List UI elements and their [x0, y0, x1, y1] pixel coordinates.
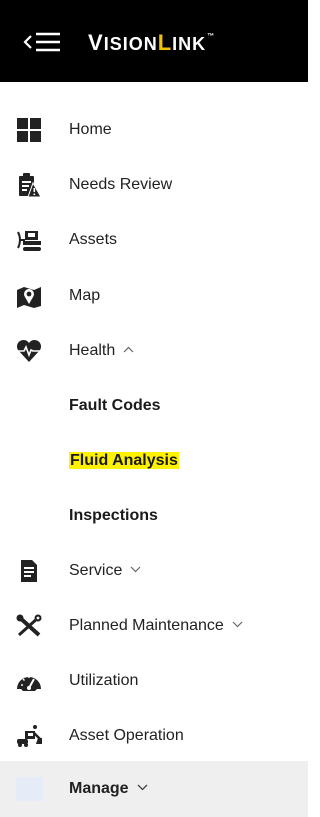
sidebar-subitem-fault-codes[interactable]: Fault Codes: [0, 380, 308, 432]
sidebar-item-label: Fault Codes: [69, 397, 161, 414]
sidebar-item-label: Fluid Analysis: [69, 435, 179, 487]
sidebar-item-label: Planned Maintenance: [69, 600, 243, 652]
sidebar-item-label: Assets: [69, 231, 118, 248]
home-icon: [17, 118, 41, 142]
sidebar-item-label: Asset Operation: [69, 727, 184, 744]
sidebar-item-assets[interactable]: Assets: [0, 214, 308, 266]
collapse-menu-icon: [23, 32, 60, 52]
asset-operation-icon: [17, 725, 42, 747]
manage-icon: [16, 777, 43, 801]
highlight-mark: Fluid Analysis: [69, 452, 179, 469]
top-bar: VISIONLINK™: [0, 0, 308, 82]
sidebar-item-label: Needs Review: [69, 176, 173, 193]
health-icon: [16, 339, 42, 362]
chevron-down-icon[interactable]: [137, 784, 148, 791]
sidebar-item-needs-review[interactable]: Needs Review: [0, 159, 308, 211]
service-icon: [21, 560, 37, 582]
chevron-down-icon[interactable]: [232, 621, 243, 628]
map-icon: [17, 287, 41, 308]
visionlink-logo[interactable]: VISIONLINK™: [88, 25, 215, 61]
sidebar-item-asset-operation[interactable]: Asset Operation: [0, 710, 308, 762]
sidebar-item-label: Utilization: [69, 672, 139, 689]
sidebar-item-planned-maintenance[interactable]: Planned Maintenance: [0, 600, 308, 652]
chevron-down-icon[interactable]: [130, 566, 141, 573]
sidebar-subitem-inspections[interactable]: Inspections: [0, 490, 308, 542]
sidebar-item-utilization[interactable]: Utilization: [0, 655, 308, 707]
sidebar-subitem-fluid-analysis[interactable]: Fluid Analysis: [0, 435, 308, 487]
sidebar-item-label: Map: [69, 287, 101, 304]
sidebar-item-label: Service: [69, 545, 141, 597]
collapse-menu-button[interactable]: [22, 22, 66, 62]
planned-maintenance-icon: [16, 614, 42, 637]
utilization-icon: [17, 676, 41, 691]
chevron-up-icon[interactable]: [123, 346, 134, 353]
sidebar-item-health[interactable]: Health: [0, 325, 308, 377]
sidebar-item-label: Manage: [69, 761, 148, 817]
sidebar-item-service[interactable]: Service: [0, 545, 308, 597]
sidebar-item-label: Health: [69, 325, 134, 377]
assets-icon: [17, 231, 41, 251]
sidebar-item-map[interactable]: Map: [0, 270, 308, 322]
sidebar-item-manage[interactable]: Manage: [0, 761, 308, 817]
needs-review-icon: [19, 173, 42, 197]
sidebar-item-home[interactable]: Home: [0, 104, 308, 156]
sidebar-item-label: Inspections: [69, 507, 158, 524]
sidebar-item-label: Home: [69, 121, 112, 138]
